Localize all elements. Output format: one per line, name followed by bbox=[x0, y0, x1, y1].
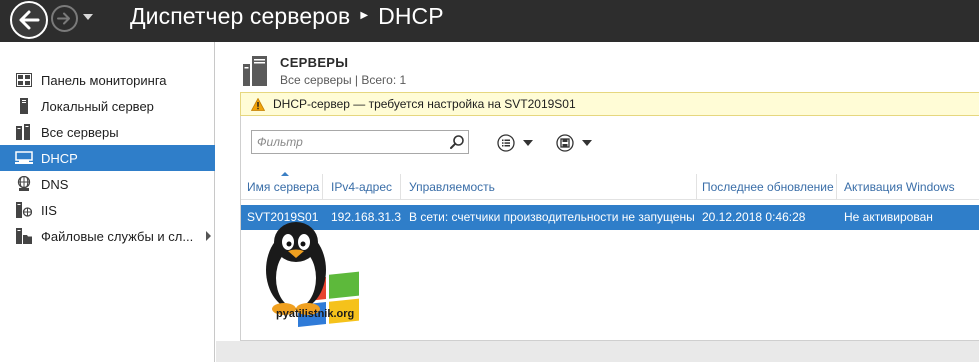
section-title: СЕРВЕРЫ bbox=[280, 55, 349, 70]
warning-text: DHCP-сервер — требуется настройка на SVT… bbox=[273, 97, 576, 111]
sidebar-item-all-servers[interactable]: Все серверы bbox=[0, 119, 215, 145]
dhcp-icon bbox=[15, 150, 33, 166]
warning-banner[interactable]: DHCP-сервер — требуется настройка на SVT… bbox=[240, 92, 979, 116]
expand-arrow-icon[interactable] bbox=[206, 231, 211, 241]
sidebar-item-label: DHCP bbox=[41, 150, 78, 166]
cell-windows-activation: Не активирован bbox=[844, 210, 933, 224]
warning-icon bbox=[251, 97, 265, 111]
list-options-icon bbox=[497, 134, 515, 152]
servers-icon bbox=[15, 124, 33, 140]
sidebar-item-label: Все серверы bbox=[41, 124, 119, 140]
section-subtitle: Все серверы | Всего: 1 bbox=[280, 73, 407, 87]
list-options-button[interactable] bbox=[497, 133, 533, 153]
save-icon bbox=[556, 134, 574, 152]
back-arrow-icon bbox=[19, 10, 40, 30]
filter-input[interactable] bbox=[252, 131, 442, 153]
sidebar-item-dhcp[interactable]: DHCP bbox=[0, 145, 215, 171]
iis-icon bbox=[15, 202, 33, 218]
sidebar: Панель мониторинга Локальный сервер Все … bbox=[0, 42, 215, 362]
breadcrumb-current: DHCP bbox=[378, 3, 444, 29]
column-header-last-update[interactable]: Последнее обновление bbox=[696, 174, 837, 200]
sidebar-item-local-server[interactable]: Локальный сервер bbox=[0, 93, 215, 119]
cell-manageability: В сети: счетчики производительности не з… bbox=[409, 210, 695, 224]
back-button[interactable] bbox=[10, 1, 48, 39]
page-title: Диспетчер серверов ▶ DHCP bbox=[130, 3, 444, 30]
history-dropdown-icon[interactable] bbox=[83, 14, 93, 20]
filter-box[interactable] bbox=[251, 130, 469, 154]
column-header-ipv4[interactable]: IPv4-адрес bbox=[325, 174, 401, 200]
search-icon[interactable] bbox=[449, 134, 465, 153]
chevron-down-icon bbox=[582, 140, 592, 146]
sidebar-item-label: DNS bbox=[41, 176, 69, 192]
cell-last-update: 20.12.2018 0:46:28 bbox=[702, 210, 806, 224]
breadcrumb-separator-icon: ▶ bbox=[360, 10, 369, 22]
column-header-windows-activation[interactable]: Активация Windows bbox=[838, 174, 962, 200]
sidebar-item-label: Панель мониторинга bbox=[41, 72, 167, 88]
sidebar-item-dns[interactable]: DNS bbox=[0, 171, 215, 197]
dashboard-icon bbox=[15, 72, 33, 88]
sidebar-item-iis[interactable]: IIS bbox=[0, 197, 215, 223]
save-query-button[interactable] bbox=[556, 133, 592, 153]
watermark-text: pyatilistnik.org bbox=[276, 308, 355, 320]
sidebar-item-file-services[interactable]: Файловые службы и сл... bbox=[0, 223, 215, 249]
sidebar-item-label: Локальный сервер bbox=[41, 98, 154, 114]
sidebar-item-label: IIS bbox=[41, 202, 57, 218]
sidebar-item-label: Файловые службы и сл... bbox=[41, 228, 194, 244]
forward-arrow-icon bbox=[57, 12, 70, 25]
bottom-panel-edge bbox=[216, 341, 979, 362]
file-services-icon bbox=[15, 228, 33, 244]
server-icon bbox=[15, 98, 33, 114]
column-header-server-name[interactable]: Имя сервера bbox=[241, 174, 323, 200]
title-bar: Диспетчер серверов ▶ DHCP bbox=[0, 0, 979, 42]
servers-header-icon bbox=[243, 56, 269, 89]
chevron-down-icon bbox=[523, 140, 533, 146]
app-title: Диспетчер серверов bbox=[130, 3, 351, 29]
dns-icon bbox=[15, 176, 33, 192]
sidebar-item-dashboard[interactable]: Панель мониторинга bbox=[0, 67, 215, 93]
table-header: Имя сервера IPv4-адрес Управляемость Пос… bbox=[241, 174, 979, 200]
column-header-manageability[interactable]: Управляемость bbox=[403, 174, 697, 200]
watermark-logo: pyatilistnik.org bbox=[258, 220, 364, 335]
forward-button[interactable] bbox=[51, 5, 78, 32]
